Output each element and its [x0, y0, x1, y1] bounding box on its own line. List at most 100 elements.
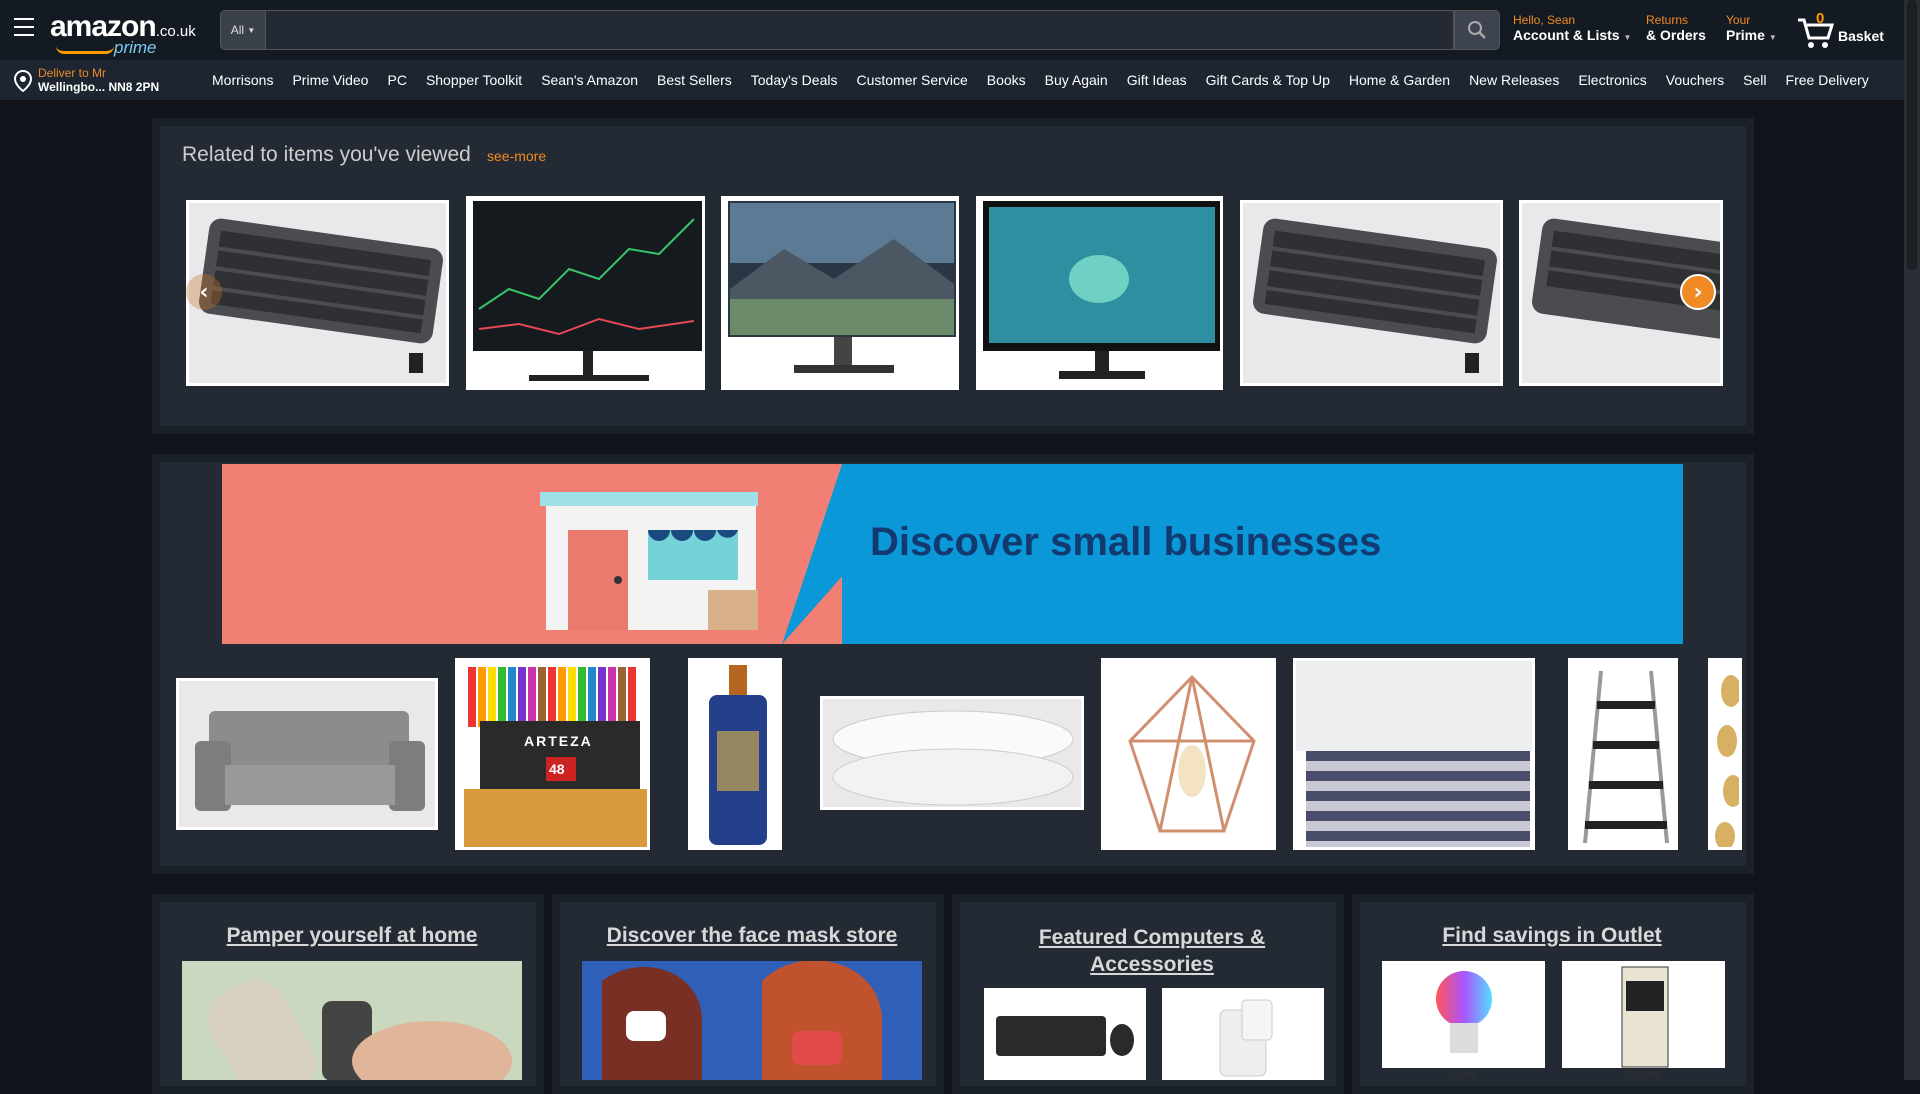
deliver-to-label: Deliver to Mr: [38, 66, 107, 80]
outlet-grocery-label: Grocery: [1625, 1070, 1662, 1081]
pamper-image[interactable]: [182, 961, 522, 1094]
nav-links: Morrisons Prime Video PC Shopper Toolkit…: [212, 60, 1888, 100]
nav-link-new-releases[interactable]: New Releases: [1469, 72, 1559, 88]
keyboard-image: [1253, 218, 1497, 373]
pamper-title[interactable]: Pamper yourself at home: [182, 924, 522, 948]
nav-link-electronics[interactable]: Electronics: [1578, 72, 1646, 88]
small-business-banner[interactable]: Discover small businesses: [222, 464, 1683, 644]
oat-milk-image: [1621, 966, 1669, 1068]
product-card-keyboard[interactable]: [1240, 200, 1503, 386]
search-icon: [1468, 21, 1486, 39]
derma-roller-image: [182, 961, 522, 1094]
chevron-right-icon: ›: [1693, 279, 1703, 305]
related-items-title: Related to items you've viewed: [182, 143, 471, 166]
outlet-home-label: Home: [1450, 1070, 1477, 1081]
nav-link-gift-cards[interactable]: Gift Cards & Top Up: [1206, 72, 1330, 88]
banner-headline: Discover small businesses: [870, 520, 1382, 564]
keyboard-mouse-image[interactable]: [984, 988, 1146, 1080]
logo-prime: prime: [114, 38, 157, 57]
arteza-count-label: 48: [549, 761, 565, 777]
nav-link-shopper-toolkit[interactable]: Shopper Toolkit: [426, 72, 522, 88]
nav-link-prime-video[interactable]: Prime Video: [292, 72, 368, 88]
nav-link-books[interactable]: Books: [987, 72, 1026, 88]
pencils-image: [464, 667, 647, 847]
trading-monitor-image: [473, 201, 702, 381]
search-button[interactable]: [1454, 10, 1500, 50]
product-card-copper-pendant[interactable]: [1101, 658, 1276, 850]
shop-front-illustration: [540, 492, 758, 630]
bedding-image: [1296, 661, 1532, 847]
returns-orders-link[interactable]: Returns & Orders: [1646, 13, 1706, 43]
landscape-monitor-image: [728, 201, 956, 373]
smart-plug-illustration: [1219, 999, 1273, 1077]
face-mask-title[interactable]: Discover the face mask store: [582, 924, 922, 948]
chevron-down-icon: ▼: [247, 25, 256, 35]
nav-link-vouchers[interactable]: Vouchers: [1666, 72, 1724, 88]
product-card-ocean-monitor[interactable]: [976, 196, 1223, 390]
keyboard-mouse-illustration: [996, 1016, 1134, 1056]
nav-link-customer-service[interactable]: Customer Service: [856, 72, 967, 88]
search-input[interactable]: [266, 10, 1454, 50]
product-card-gold-leaves[interactable]: [1708, 658, 1742, 850]
amazon-logo[interactable]: amazon.co.uk prime: [50, 10, 196, 57]
account-lists-menu[interactable]: Hello, Sean Account & Lists ▼: [1513, 13, 1631, 45]
sub-navigation: Deliver to Mr Wellingbo... NN8 2PN Morri…: [0, 60, 1904, 100]
product-card-trading-monitor[interactable]: [466, 196, 705, 390]
your-prime-menu[interactable]: Your Prime ▼: [1726, 13, 1777, 45]
sofa-image: [195, 711, 425, 811]
nav-link-free-delivery[interactable]: Free Delivery: [1786, 72, 1869, 88]
returns-label: Returns: [1646, 13, 1689, 27]
nav-link-todays-deals[interactable]: Today's Deals: [751, 72, 838, 88]
ocean-monitor-image: [983, 201, 1220, 379]
face-mask-image[interactable]: [582, 960, 922, 1081]
gin-bottle-image: [709, 665, 767, 845]
outlet-grocery-image[interactable]: [1562, 961, 1725, 1068]
search-bar: All ▼: [220, 10, 1500, 50]
carousel-next-button[interactable]: ›: [1680, 274, 1716, 310]
deliver-address: Wellingbo... NN8 2PN: [38, 80, 160, 94]
basket-label: Basket: [1838, 28, 1884, 44]
gold-leaves-image: [1715, 675, 1739, 847]
outlet-home-image[interactable]: [1382, 961, 1545, 1068]
basket-count-badge: 0: [1816, 10, 1825, 27]
product-card-striped-bedding[interactable]: [1293, 658, 1535, 850]
logo-tld: .co.uk: [155, 23, 196, 40]
nav-link-pc[interactable]: PC: [387, 72, 406, 88]
product-card-pillows[interactable]: [820, 696, 1084, 810]
nav-link-sell[interactable]: Sell: [1743, 72, 1766, 88]
nav-link-gift-ideas[interactable]: Gift Ideas: [1127, 72, 1187, 88]
smart-bulb-image: [1436, 971, 1492, 1053]
chevron-down-icon: ▼: [1768, 33, 1777, 42]
nav-link-morrisons[interactable]: Morrisons: [212, 72, 273, 88]
product-card-gin-bottle[interactable]: [688, 658, 782, 850]
nav-link-best-sellers[interactable]: Best Sellers: [657, 72, 732, 88]
chevron-down-icon: ▼: [1623, 33, 1632, 42]
outlet-title[interactable]: Find savings in Outlet: [1382, 924, 1722, 948]
arteza-brand-label: ARTEZA: [524, 733, 593, 749]
top-header: amazon.co.uk prime All ▼ Hello, Sean Acc…: [0, 0, 1904, 60]
see-more-link[interactable]: see-more: [487, 148, 546, 164]
basket-button[interactable]: 0 Basket: [1796, 10, 1886, 50]
nav-link-buy-again[interactable]: Buy Again: [1045, 72, 1108, 88]
orders-label: & Orders: [1646, 27, 1706, 43]
product-card-arteza-pencils[interactable]: ARTEZA 48: [455, 658, 650, 850]
product-card-sofa[interactable]: [176, 678, 438, 830]
account-greeting: Hello, Sean: [1513, 13, 1576, 27]
product-card-keyboard[interactable]: [186, 200, 449, 386]
deliver-to-location[interactable]: Deliver to Mr Wellingbo... NN8 2PN: [14, 66, 184, 96]
computers-title[interactable]: Featured Computers & Accessories: [1002, 924, 1302, 978]
product-card-landscape-monitor[interactable]: [721, 196, 959, 390]
your-label: Your: [1726, 13, 1751, 27]
nav-link-home-garden[interactable]: Home & Garden: [1349, 72, 1450, 88]
pillows-image: [832, 710, 1074, 806]
menu-icon[interactable]: [14, 18, 34, 36]
carousel-prev-button[interactable]: ‹: [186, 274, 222, 310]
page-scrollbar[interactable]: [1904, 0, 1920, 1080]
smart-plug-image[interactable]: [1162, 988, 1324, 1080]
nav-link-seans-amazon[interactable]: Sean's Amazon: [541, 72, 638, 88]
search-category-dropdown[interactable]: All ▼: [220, 10, 266, 50]
account-lists-label: Account & Lists: [1513, 27, 1620, 43]
scrollbar-thumb[interactable]: [1907, 0, 1917, 270]
keyboard-image: [199, 218, 443, 373]
product-card-step-ladder[interactable]: [1568, 658, 1678, 850]
